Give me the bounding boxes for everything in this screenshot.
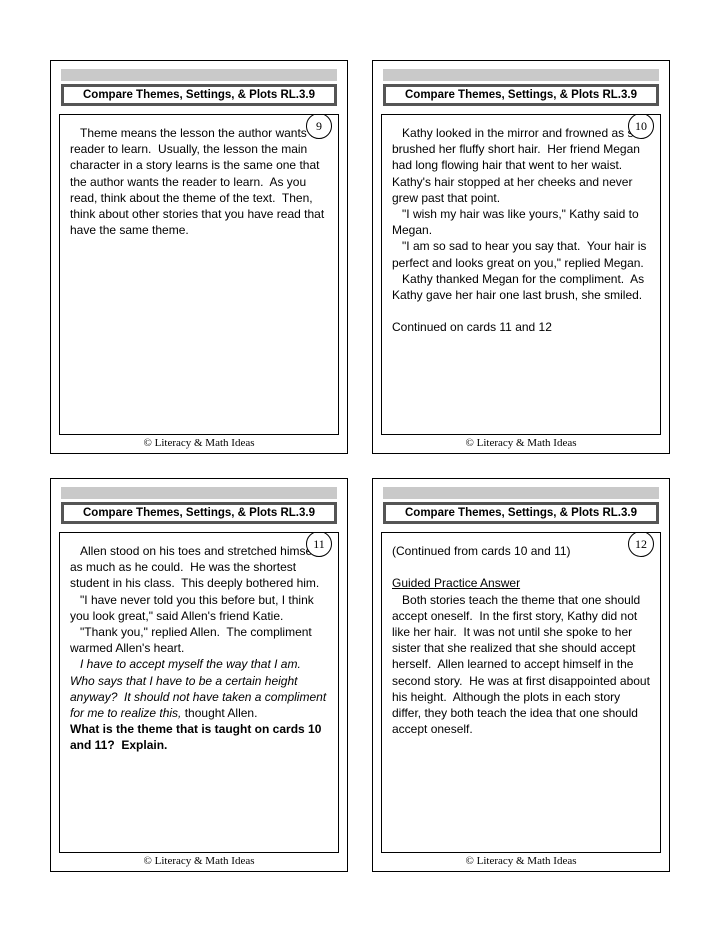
card-title: Compare Themes, Settings, & Plots RL.3.9 [61,502,337,524]
copyright-footer: © Literacy & Math Ideas [51,435,347,453]
card-number-badge: 10 [628,114,654,139]
task-card: Compare Themes, Settings, & Plots RL.3.9… [372,478,670,872]
card-body-frame: 11 Allen stood on his toes and stretched… [59,532,339,853]
card-number-badge: 9 [306,114,332,139]
task-card: Compare Themes, Settings, & Plots RL.3.9… [50,478,348,872]
card-body-text: (Continued from cards 10 and 11) Guided … [392,543,650,737]
decorative-bar [383,487,659,499]
card-body-frame: 12 (Continued from cards 10 and 11) Guid… [381,532,661,853]
card-title: Compare Themes, Settings, & Plots RL.3.9 [383,502,659,524]
card-title: Compare Themes, Settings, & Plots RL.3.9 [61,84,337,106]
card-number-badge: 11 [306,532,332,557]
copyright-footer: © Literacy & Math Ideas [373,435,669,453]
copyright-footer: © Literacy & Math Ideas [373,853,669,871]
card-number-badge: 12 [628,532,654,557]
decorative-bar [383,69,659,81]
task-card: Compare Themes, Settings, & Plots RL.3.9… [372,60,670,454]
card-body-frame: 10 Kathy looked in the mirror and frowne… [381,114,661,435]
task-card: Compare Themes, Settings, & Plots RL.3.9… [50,60,348,454]
card-body-text: Theme means the lesson the author wants … [70,125,328,238]
card-title: Compare Themes, Settings, & Plots RL.3.9 [383,84,659,106]
card-body-text: Allen stood on his toes and stretched hi… [70,543,328,753]
decorative-bar [61,487,337,499]
page: Compare Themes, Settings, & Plots RL.3.9… [0,0,720,932]
copyright-footer: © Literacy & Math Ideas [51,853,347,871]
decorative-bar [61,69,337,81]
card-body-text: Kathy looked in the mirror and frowned a… [392,125,650,335]
card-body-frame: 9 Theme means the lesson the author want… [59,114,339,435]
